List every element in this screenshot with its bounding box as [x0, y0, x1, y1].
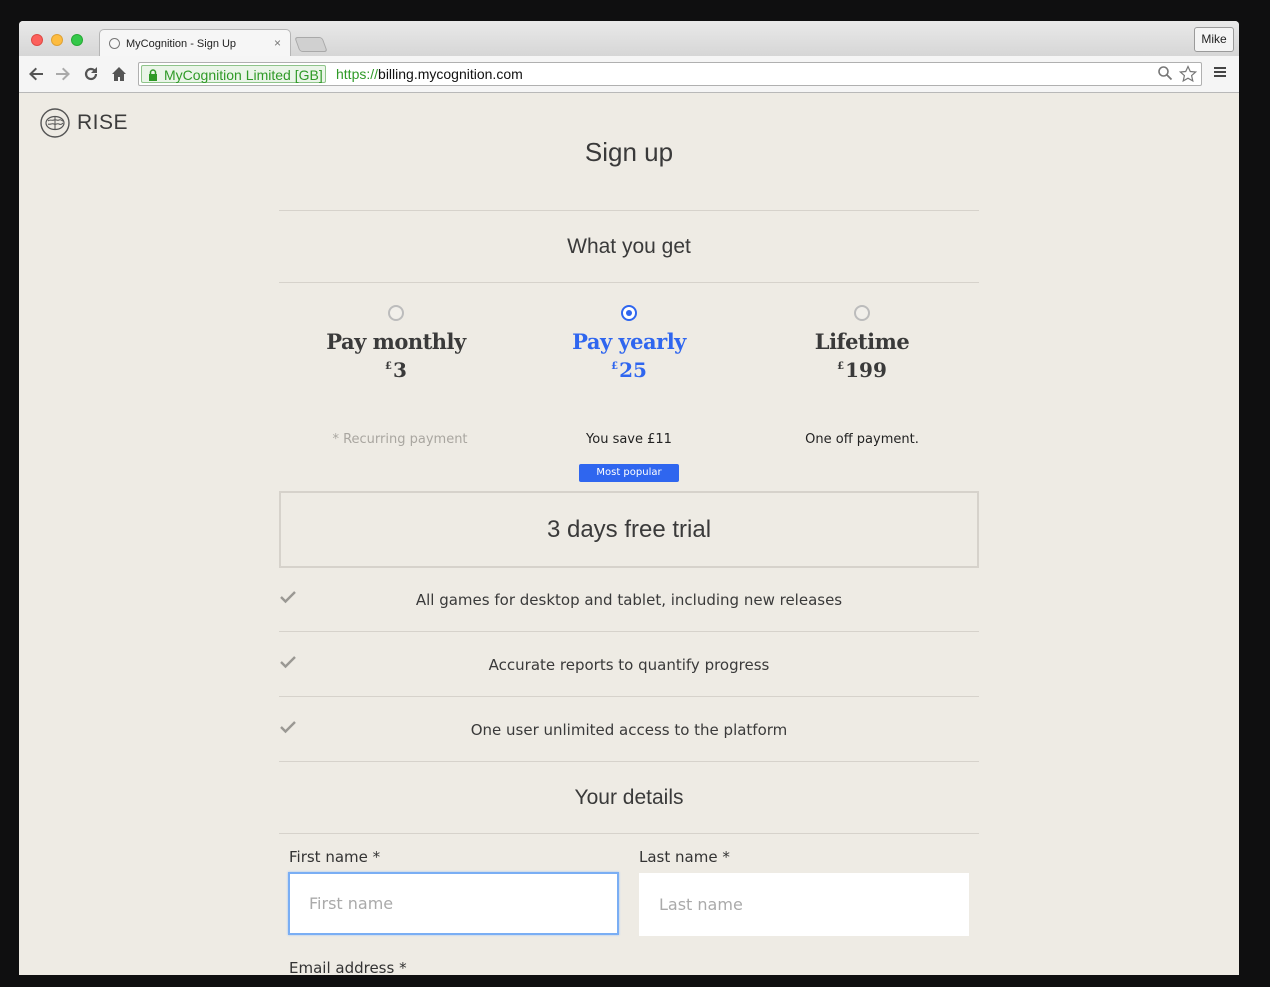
- rise-logo[interactable]: RISE: [40, 108, 128, 138]
- plan-option-yearly[interactable]: Pay yearly £25: [513, 305, 745, 382]
- what-you-get-heading: What you get: [567, 235, 691, 258]
- bookmark-star-icon[interactable]: [1179, 65, 1197, 83]
- plan-price: £3: [280, 358, 512, 382]
- url-host: billing.mycognition.com: [378, 66, 523, 82]
- tab-close-icon[interactable]: ×: [274, 36, 281, 50]
- price-amount: 199: [845, 358, 887, 382]
- zoom-window-button[interactable]: [71, 34, 83, 46]
- first-name-field[interactable]: [288, 872, 619, 935]
- your-details-heading: Your details: [574, 786, 684, 809]
- browser-toolbar: MyCognition Limited [GB] https://billing…: [19, 56, 1239, 93]
- address-bar[interactable]: MyCognition Limited [GB] https://billing…: [138, 62, 1202, 86]
- tab-title: MyCognition - Sign Up: [126, 38, 237, 50]
- ev-certificate-badge[interactable]: MyCognition Limited [GB]: [141, 65, 326, 83]
- currency-symbol: £: [385, 361, 393, 372]
- divider: [279, 282, 979, 283]
- last-name-label: Last name *: [639, 848, 730, 866]
- forward-button[interactable]: [53, 64, 73, 84]
- plan-price: £25: [513, 358, 745, 382]
- brand-name: RISE: [77, 111, 129, 134]
- back-arrow-icon: [29, 67, 43, 81]
- plan-radio-monthly[interactable]: [388, 305, 404, 321]
- plan-note-yearly: You save £11: [586, 432, 672, 447]
- reload-button[interactable]: [81, 64, 101, 84]
- plan-option-lifetime[interactable]: Lifetime £199: [746, 305, 978, 382]
- tab-strip: MyCognition - Sign Up × Mike: [19, 21, 1239, 57]
- url-text[interactable]: https://billing.mycognition.com: [336, 66, 523, 82]
- last-name-field[interactable]: [639, 873, 969, 936]
- plan-price: £199: [746, 358, 978, 382]
- close-window-button[interactable]: [31, 34, 43, 46]
- feature-item: One user unlimited access to the platfor…: [279, 698, 979, 762]
- reload-icon: [84, 67, 98, 81]
- plan-name: Pay yearly: [572, 329, 686, 354]
- email-label: Email address *: [289, 959, 407, 975]
- browser-tab[interactable]: MyCognition - Sign Up ×: [99, 29, 291, 57]
- price-amount: 25: [619, 358, 647, 382]
- feature-text: Accurate reports to quantify progress: [488, 656, 770, 674]
- browser-window: MyCognition - Sign Up × Mike MyCognition…: [19, 21, 1239, 975]
- hamburger-menu-icon: [1214, 67, 1226, 77]
- divider: [279, 833, 979, 834]
- home-button[interactable]: [109, 64, 129, 84]
- url-scheme: https://: [336, 66, 379, 82]
- plan-radio-yearly[interactable]: [621, 305, 637, 321]
- first-name-label: First name *: [289, 848, 381, 866]
- minimize-window-button[interactable]: [51, 34, 63, 46]
- currency-symbol: £: [837, 361, 845, 372]
- back-button[interactable]: [26, 64, 46, 84]
- plan-name: Pay monthly: [326, 329, 466, 354]
- new-tab-button[interactable]: [294, 37, 328, 52]
- most-popular-badge: Most popular: [579, 464, 679, 482]
- home-icon: [112, 67, 126, 81]
- ev-label: MyCognition Limited [GB]: [164, 67, 323, 83]
- brain-logo-icon: [40, 108, 70, 138]
- currency-symbol: £: [611, 361, 619, 372]
- divider: [279, 210, 979, 211]
- search-icon[interactable]: [1157, 65, 1173, 81]
- feature-item: All games for desktop and tablet, includ…: [279, 568, 979, 632]
- feature-text: All games for desktop and tablet, includ…: [415, 591, 843, 609]
- lock-icon: [149, 69, 157, 81]
- plan-note-lifetime: One off payment.: [805, 432, 919, 447]
- page-content: RISE Sign up What you get Pay monthly £3…: [19, 93, 1239, 975]
- forward-arrow-icon: [56, 67, 70, 81]
- favicon-icon: [109, 38, 120, 49]
- feature-item: Accurate reports to quantify progress: [279, 633, 979, 697]
- plan-radio-lifetime[interactable]: [854, 305, 870, 321]
- free-trial-banner: 3 days free trial: [279, 491, 979, 568]
- plan-name: Lifetime: [814, 329, 910, 354]
- plan-note-monthly: * Recurring payment: [332, 432, 468, 447]
- profile-button[interactable]: Mike: [1194, 27, 1234, 52]
- feature-text: One user unlimited access to the platfor…: [470, 721, 788, 739]
- chrome-menu-button[interactable]: [1213, 65, 1229, 81]
- plan-option-monthly[interactable]: Pay monthly £3: [280, 305, 512, 382]
- page-title: Sign up: [584, 137, 674, 167]
- price-amount: 3: [393, 358, 407, 382]
